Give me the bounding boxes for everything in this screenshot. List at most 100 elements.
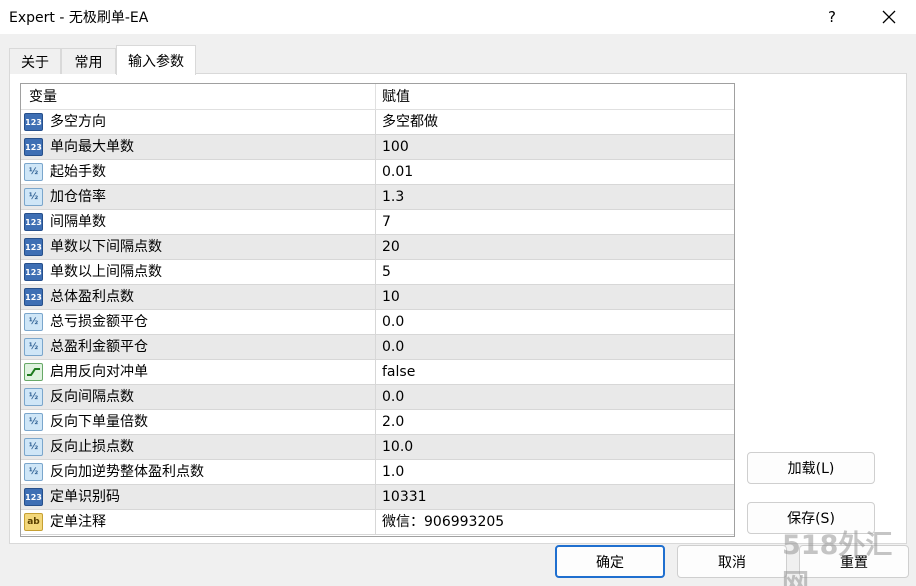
table-row[interactable]: ½ 总盈利金额平仓 0.0: [21, 335, 734, 360]
variable-name: 反向间隔点数: [50, 389, 134, 405]
table-row[interactable]: ½ 总亏损金额平仓 0.0: [21, 310, 734, 335]
double-type-icon: ½: [24, 313, 43, 331]
value-cell[interactable]: 100: [382, 135, 409, 159]
variable-name: 反向止损点数: [50, 439, 134, 455]
tab-about-label: 关于: [21, 54, 49, 71]
value-cell[interactable]: 2.0: [382, 410, 404, 434]
value-cell[interactable]: 微信：906993205: [382, 510, 504, 534]
load-button[interactable]: 加载(L): [747, 452, 875, 484]
double-type-icon: ½: [24, 413, 43, 431]
variable-name: 总盈利金额平仓: [50, 339, 148, 355]
table-row[interactable]: ½ 加仓倍率 1.3: [21, 185, 734, 210]
table-row[interactable]: 123 单数以上间隔点数 5: [21, 260, 734, 285]
table-row[interactable]: 123 单数以下间隔点数 20: [21, 235, 734, 260]
value-cell[interactable]: 10: [382, 285, 400, 309]
variable-name: 反向加逆势整体盈利点数: [50, 464, 204, 480]
value-cell[interactable]: 10.0: [382, 435, 413, 459]
double-type-icon: ½: [24, 388, 43, 406]
variable-cell: ½ 反向止损点数: [21, 435, 376, 459]
int-type-icon: 123: [24, 288, 43, 306]
table-row[interactable]: 123 单向最大单数 100: [21, 135, 734, 160]
int-type-icon: 123: [24, 263, 43, 281]
save-button[interactable]: 保存(S): [747, 502, 875, 534]
variable-cell: ½ 加仓倍率: [21, 185, 376, 209]
help-button[interactable]: ?: [812, 0, 852, 34]
double-type-icon: ½: [24, 438, 43, 456]
variable-name: 间隔单数: [50, 214, 106, 230]
variable-cell: 123 单数以下间隔点数: [21, 235, 376, 259]
ok-button[interactable]: 确定: [555, 545, 665, 578]
double-type-icon: ½: [24, 463, 43, 481]
ok-button-label: 确定: [596, 554, 624, 571]
table-row[interactable]: ½ 反向加逆势整体盈利点数 1.0: [21, 460, 734, 485]
value-cell[interactable]: 7: [382, 210, 391, 234]
value-cell[interactable]: 1.3: [382, 185, 404, 209]
variable-cell: ½ 反向下单量倍数: [21, 410, 376, 434]
variable-name: 定单识别码: [50, 489, 120, 505]
parameters-table[interactable]: 变量 赋值 123 多空方向 多空都做 123 单向最大单数 100 ½ 起始手数 0.01 ½ 加…: [20, 83, 735, 537]
help-icon: ?: [828, 8, 836, 26]
variable-name: 加仓倍率: [50, 189, 106, 205]
value-cell[interactable]: 1.0: [382, 460, 404, 484]
reset-button[interactable]: 重置: [799, 545, 909, 578]
table-row[interactable]: ½ 反向止损点数 10.0: [21, 435, 734, 460]
variable-name: 总亏损金额平仓: [50, 314, 148, 330]
value-cell[interactable]: 20: [382, 235, 400, 259]
tab-inputs-label: 输入参数: [128, 53, 184, 70]
variable-name: 多空方向: [50, 114, 106, 130]
variable-cell: ½ 反向加逆势整体盈利点数: [21, 460, 376, 484]
cancel-button-label: 取消: [718, 554, 746, 571]
variable-name: 反向下单量倍数: [50, 414, 148, 430]
table-row[interactable]: 启用反向对冲单 false: [21, 360, 734, 385]
close-icon: [882, 10, 896, 24]
value-cell[interactable]: 多空都做: [382, 110, 438, 134]
save-button-label: 保存(S): [787, 511, 835, 527]
reset-button-label: 重置: [840, 554, 868, 571]
variable-name: 单向最大单数: [50, 139, 134, 155]
tab-common[interactable]: 常用: [61, 48, 116, 74]
tab-common-label: 常用: [74, 54, 103, 71]
table-row[interactable]: 123 多空方向 多空都做: [21, 110, 734, 135]
table-row[interactable]: ab 定单注释 微信：906993205: [21, 510, 734, 535]
variable-name: 单数以下间隔点数: [50, 239, 162, 255]
string-type-icon: ab: [24, 513, 43, 531]
variable-name: 定单注释: [50, 514, 106, 530]
variable-cell: 123 多空方向: [21, 110, 376, 134]
variable-cell: ½ 总亏损金额平仓: [21, 310, 376, 334]
variable-cell: 123 单向最大单数: [21, 135, 376, 159]
variable-name: 总体盈利点数: [50, 289, 134, 305]
column-header-variable[interactable]: 变量: [21, 84, 376, 110]
variable-cell: 123 间隔单数: [21, 210, 376, 234]
cancel-button[interactable]: 取消: [677, 545, 787, 578]
variable-cell: 123 总体盈利点数: [21, 285, 376, 309]
variable-cell: 启用反向对冲单: [21, 360, 376, 384]
table-row[interactable]: ½ 反向间隔点数 0.0: [21, 385, 734, 410]
double-type-icon: ½: [24, 163, 43, 181]
table-row[interactable]: 123 间隔单数 7: [21, 210, 734, 235]
tab-about[interactable]: 关于: [9, 48, 61, 74]
close-button[interactable]: [866, 0, 912, 34]
bool-type-icon: [24, 363, 43, 381]
value-cell[interactable]: false: [382, 360, 415, 384]
int-type-icon: 123: [24, 488, 43, 506]
double-type-icon: ½: [24, 188, 43, 206]
table-row[interactable]: 123 定单识别码 10331: [21, 485, 734, 510]
value-cell[interactable]: 0.0: [382, 335, 404, 359]
table-row[interactable]: 123 总体盈利点数 10: [21, 285, 734, 310]
table-row[interactable]: ½ 反向下单量倍数 2.0: [21, 410, 734, 435]
title-bar: Expert - 无极刷单-EA ?: [0, 0, 916, 34]
column-header-value[interactable]: 赋值: [376, 84, 734, 110]
table-row[interactable]: ½ 起始手数 0.01: [21, 160, 734, 185]
tab-inputs[interactable]: 输入参数: [116, 45, 196, 75]
window-title: Expert - 无极刷单-EA: [9, 10, 149, 26]
variable-name: 起始手数: [50, 164, 106, 180]
value-cell[interactable]: 10331: [382, 485, 427, 509]
int-type-icon: 123: [24, 213, 43, 231]
variable-cell: 123 单数以上间隔点数: [21, 260, 376, 284]
variable-name: 单数以上间隔点数: [50, 264, 162, 280]
value-cell[interactable]: 5: [382, 260, 391, 284]
value-cell[interactable]: 0.01: [382, 160, 413, 184]
value-cell[interactable]: 0.0: [382, 385, 404, 409]
int-type-icon: 123: [24, 238, 43, 256]
value-cell[interactable]: 0.0: [382, 310, 404, 334]
